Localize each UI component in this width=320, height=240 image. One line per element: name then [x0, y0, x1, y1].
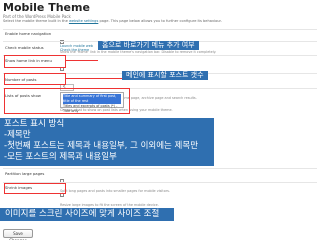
- highlight-lists-view-row: [4, 88, 130, 114]
- callout-post-display-line-4: -모든 포스트의 제목과 내용일부: [4, 152, 117, 162]
- arrow-main-posts: [66, 78, 122, 79]
- callout-image-resize: 이미지를 스크린 사이즈에 맞게 사이즈 조절: [0, 208, 174, 221]
- shrink-images-help: Resize large images to fit the screen of…: [60, 203, 159, 207]
- page-description: Select the mobile theme built in the web…: [3, 19, 222, 23]
- highlight-home-link-row: [4, 55, 66, 68]
- highlight-shrink-images-row: [4, 183, 66, 194]
- highlight-number-posts-row: [4, 73, 66, 85]
- callout-post-display-line-2: -제목만: [4, 130, 31, 140]
- callout-post-display-line-3: -첫번째 포스트는 제목과 내용일부, 그 이외에는 제목만: [4, 141, 199, 151]
- save-changes-button[interactable]: Save Changes: [3, 229, 33, 240]
- check-mobile-label: Check mobile status: [5, 45, 44, 50]
- page-header: Mobile Theme Part of the WordPress Mobil…: [3, 2, 317, 24]
- row-partition-pages: Partition large pages Split long pages a…: [3, 168, 317, 193]
- page-title: Mobile Theme: [3, 1, 90, 14]
- arrow-home-menu: [66, 60, 98, 61]
- callout-post-display: 포스트 표시 방식 -제목만 -첫번째 포스트는 제목과 내용일부, 그 이외에…: [0, 118, 214, 166]
- callout-post-display-line-1: 포스트 표시 방식: [4, 119, 65, 129]
- callout-main-posts: 메인에 표시할 포스트 갯수: [122, 71, 208, 80]
- website-settings-link[interactable]: website settings: [69, 19, 98, 23]
- row-enable-home: Enable home navigation Show the 'Home' l…: [3, 29, 317, 54]
- enable-home-label: Enable home navigation: [5, 31, 52, 36]
- callout-home-menu: 홈으로 바로가기 메뉴 추가 여부: [98, 41, 199, 50]
- partition-pages-label: Partition large pages: [5, 171, 45, 176]
